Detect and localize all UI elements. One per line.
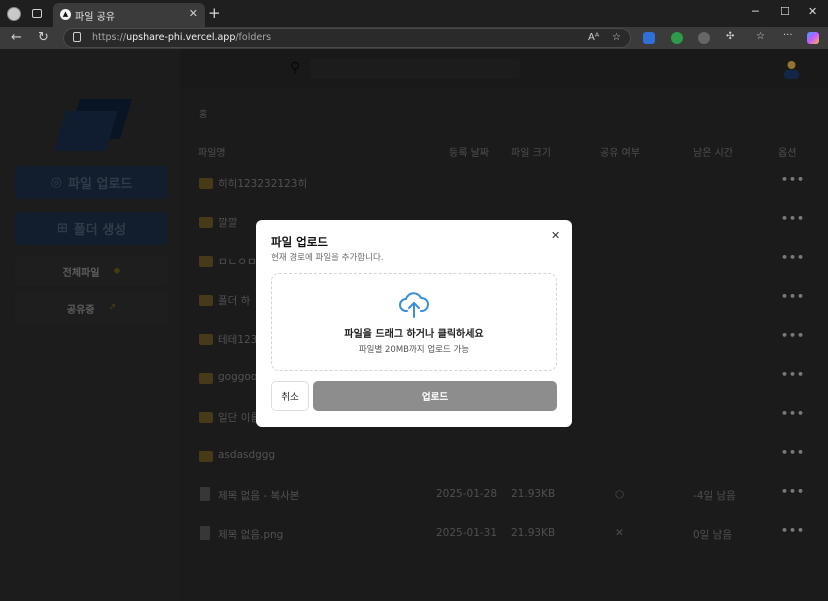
file-dropzone[interactable]: 파일을 드래그 하거나 클릭하세요 파일별 20MB까지 업로드 가능 <box>271 273 557 371</box>
new-tab-icon[interactable]: + <box>208 4 221 22</box>
read-aloud-icon[interactable]: Aᴬ <box>588 32 599 43</box>
cancel-button[interactable]: 취소 <box>271 381 309 411</box>
dropzone-limit-note: 파일별 20MB까지 업로드 가능 <box>358 345 470 355</box>
dropzone-instruction: 파일을 드래그 하거나 클릭하세요 <box>344 329 484 340</box>
cloud-upload-icon <box>399 292 429 318</box>
tab-actions-icon[interactable] <box>32 9 42 18</box>
upload-button[interactable]: 업로드 <box>313 381 557 411</box>
profile-avatar-icon[interactable] <box>7 7 21 21</box>
url-text: https://upshare-phi.vercel.app/folders <box>92 32 272 43</box>
address-bar[interactable]: https://upshare-phi.vercel.app/folders A… <box>63 28 631 48</box>
more-menu-icon[interactable]: ··· <box>783 30 793 41</box>
copilot-icon[interactable] <box>807 32 819 44</box>
favorite-star-icon[interactable]: ☆ <box>612 32 621 43</box>
extension-icon[interactable] <box>643 32 655 44</box>
minimize-icon[interactable]: ─ <box>752 5 759 18</box>
favorites-icon[interactable]: ☆ <box>756 31 765 42</box>
browser-tab[interactable]: ▲ 파일 공유 ✕ <box>53 3 205 27</box>
close-window-icon[interactable]: ✕ <box>808 5 817 18</box>
browser-toolbar: ← ↻ https://upshare-phi.vercel.app/folde… <box>0 27 828 49</box>
tab-title: 파일 공유 <box>75 12 115 23</box>
extensions-puzzle-icon[interactable]: ✣ <box>726 31 734 42</box>
tab-close-icon[interactable]: ✕ <box>189 7 198 20</box>
close-icon[interactable]: ✕ <box>551 229 560 242</box>
refresh-icon[interactable]: ↻ <box>38 30 49 45</box>
shield-extension-icon[interactable] <box>671 32 683 44</box>
modal-title: 파일 업로드 <box>271 235 328 249</box>
upload-modal: 파일 업로드 현재 경로에 파일을 추가합니다. ✕ 파일을 드래그 하거나 클… <box>256 220 572 427</box>
modal-subtitle: 현재 경로에 파일을 추가합니다. <box>271 253 384 263</box>
maximize-icon[interactable]: ☐ <box>780 5 790 18</box>
back-icon[interactable]: ← <box>11 30 22 45</box>
browser-titlebar: ▲ 파일 공유 ✕ + ─ ☐ ✕ <box>0 0 828 27</box>
lock-icon <box>73 32 81 42</box>
openai-extension-icon[interactable] <box>698 32 710 44</box>
tab-favicon-icon: ▲ <box>60 9 71 20</box>
